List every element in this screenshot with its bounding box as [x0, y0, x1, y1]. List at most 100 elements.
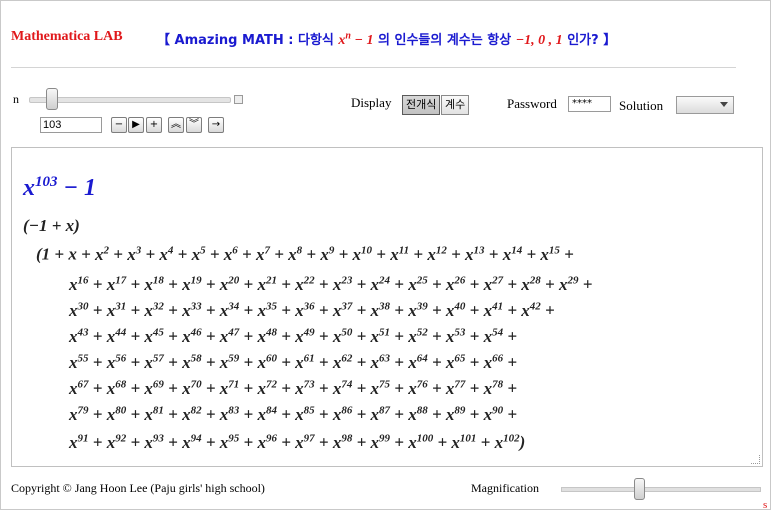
term: x86 — [332, 404, 353, 424]
term: x95 — [219, 432, 240, 452]
n-slider-thumb[interactable] — [46, 88, 58, 110]
term: x65 — [445, 352, 466, 372]
magnification-slider-thumb[interactable] — [634, 478, 645, 500]
term: x27 — [483, 274, 504, 294]
increment-button[interactable]: + — [146, 117, 162, 133]
term: x100 — [408, 432, 434, 452]
term: x35 — [257, 300, 277, 320]
term: x96 — [257, 432, 277, 452]
password-field[interactable]: **** — [568, 96, 611, 112]
term: x25 — [408, 274, 428, 294]
term: x80 — [106, 404, 127, 424]
term: x63 — [370, 352, 391, 372]
term: x87 — [370, 404, 391, 424]
magnification-slider-track[interactable] — [561, 487, 761, 492]
term: x71 — [219, 378, 240, 398]
term: x14 — [502, 244, 523, 264]
output-panel: x103 − 1 (−1 + x) (1 + x + x2 + x3 + x4 … — [11, 147, 763, 467]
term: x21 — [257, 274, 277, 294]
term: x36 — [295, 300, 315, 320]
term: x98 — [332, 432, 353, 452]
term: x7 — [255, 244, 270, 264]
n-slider-track[interactable] — [29, 97, 231, 103]
term: x52 — [408, 326, 428, 346]
slower-button[interactable]: ︾ — [186, 117, 202, 133]
term: x18 — [144, 274, 164, 294]
term: x48 — [257, 326, 277, 346]
display-option-expanded[interactable]: 전개식 — [402, 95, 441, 115]
term: x16 — [69, 274, 89, 294]
term: x32 — [144, 300, 164, 320]
term: x102 — [494, 432, 520, 452]
term: x29 — [558, 274, 579, 294]
resize-grip-icon[interactable] — [751, 455, 760, 464]
term: x101 — [451, 432, 477, 452]
factor-line: x30 + x31 + x32 + x33 + x34 + x35 + x36 … — [69, 300, 555, 320]
decrement-button[interactable]: − — [111, 117, 127, 133]
solution-label: Solution — [619, 98, 664, 113]
brand-label: Mathematica LAB — [11, 29, 123, 44]
chevron-down-icon — [720, 102, 728, 107]
term: x10 — [352, 244, 373, 264]
term: x19 — [182, 274, 202, 294]
solution-dropdown[interactable] — [676, 96, 734, 114]
app-title: Mathematica LAB — [11, 29, 123, 45]
faster-button[interactable]: ︽ — [168, 117, 184, 133]
term: x12 — [427, 244, 447, 264]
term: x51 — [370, 326, 391, 346]
term: x42 — [521, 300, 541, 320]
term: x99 — [370, 432, 391, 452]
term: x59 — [219, 352, 240, 372]
term: x61 — [295, 352, 315, 372]
term: x55 — [69, 352, 89, 372]
term: x85 — [295, 404, 315, 424]
term: x41 — [483, 300, 504, 320]
term: x81 — [144, 404, 164, 424]
term: x78 — [483, 378, 504, 398]
term: x56 — [106, 352, 127, 372]
term: x97 — [295, 432, 315, 452]
term: x90 — [483, 404, 504, 424]
direction-button[interactable]: → — [208, 117, 224, 133]
corner-resize-icon[interactable]: s — [763, 499, 767, 511]
play-button[interactable]: ▶ — [128, 117, 144, 133]
term: x66 — [483, 352, 504, 372]
term: x4 — [159, 244, 174, 264]
term: x83 — [219, 404, 240, 424]
factor-line: x91 + x92 + x93 + x94 + x95 + x96 + x97 … — [69, 432, 526, 452]
question-values: −1, 0 , 1 — [515, 33, 563, 48]
display-option-coefficients[interactable]: 계수 — [441, 95, 470, 115]
term: x76 — [408, 378, 428, 398]
term: x34 — [219, 300, 240, 320]
n-slider-expand-icon[interactable] — [234, 95, 243, 104]
linear-factor: (−1 + x) — [23, 216, 80, 235]
term: x57 — [144, 352, 164, 372]
term: x82 — [182, 404, 202, 424]
term: x37 — [332, 300, 353, 320]
term: x9 — [320, 244, 335, 264]
term: x40 — [445, 300, 466, 320]
term: x11 — [390, 244, 410, 264]
question-close: 인가? 】 — [562, 33, 617, 48]
term: x75 — [370, 378, 391, 398]
term: x26 — [445, 274, 466, 294]
term: x89 — [445, 404, 466, 424]
term: x13 — [465, 244, 485, 264]
factor-line: (1 + x + x2 + x3 + x4 + x5 + x6 + x7 + x… — [36, 244, 574, 264]
factor-line: x16 + x17 + x18 + x19 + x20 + x21 + x22 … — [69, 274, 593, 294]
term: x38 — [370, 300, 391, 320]
term: x67 — [69, 378, 89, 398]
term: x91 — [69, 432, 89, 452]
term: x33 — [182, 300, 202, 320]
term: x3 — [127, 244, 142, 264]
notebook-window: Mathematica LAB 【 Amazing MATH : 다항식 xn … — [0, 0, 771, 511]
term: x45 — [144, 326, 164, 346]
term: x77 — [445, 378, 466, 398]
n-value-field[interactable]: 103 — [40, 117, 102, 133]
term: x79 — [69, 404, 89, 424]
question-heading: 【 Amazing MATH : 다항식 xn − 1 의 인수들의 계수는 항… — [157, 29, 616, 49]
term: x31 — [106, 300, 127, 320]
polynomial-title: x103 − 1 — [23, 174, 97, 201]
term: x70 — [182, 378, 202, 398]
term: x44 — [106, 326, 127, 346]
